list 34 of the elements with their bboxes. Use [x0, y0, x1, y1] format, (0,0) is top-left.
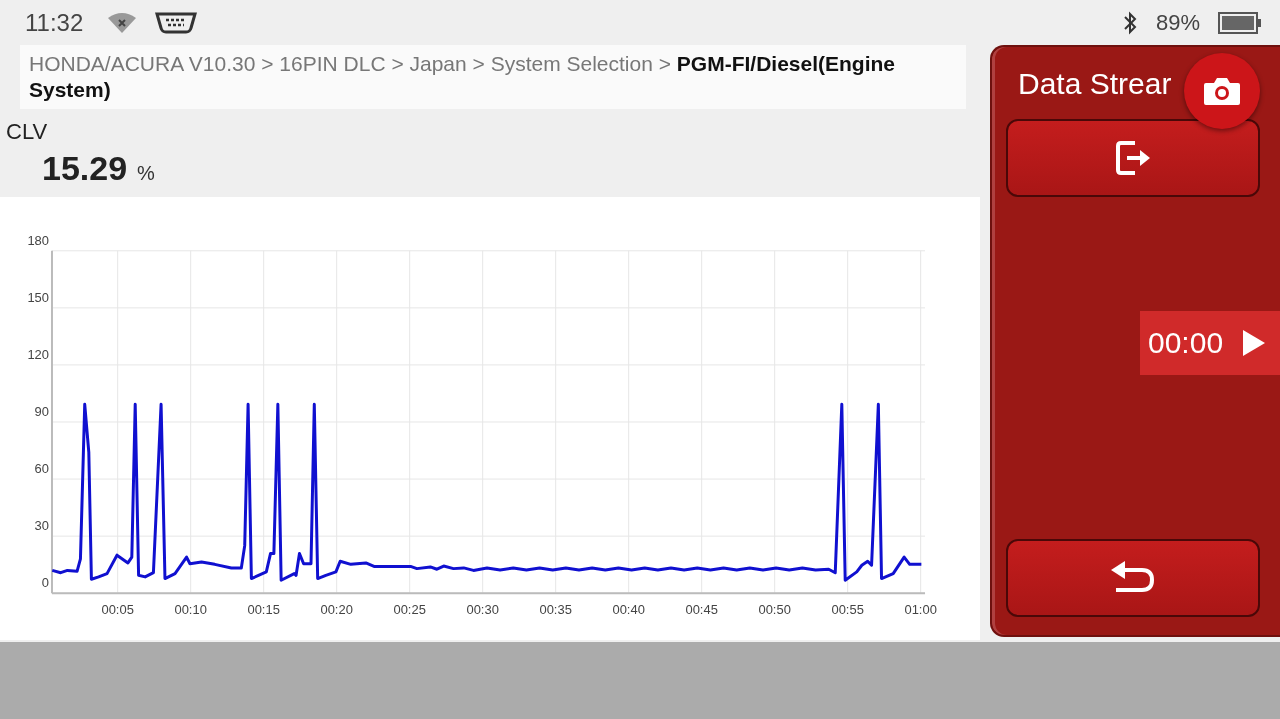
panel-title: Data Strear [1018, 67, 1172, 102]
clock: 11:32 [25, 8, 84, 37]
y-tick-label: 30 [34, 518, 49, 534]
battery-percent: 89% [1155, 9, 1200, 36]
y-tick-label: 150 [27, 289, 49, 305]
y-tick-label: 180 [27, 232, 49, 248]
camera-button[interactable] [1184, 53, 1260, 129]
parameter-name: CLV [6, 119, 49, 145]
wifi-off-icon [107, 11, 138, 34]
y-tick-label: 120 [27, 346, 49, 362]
back-button[interactable] [1006, 539, 1260, 617]
x-tick-label: 01:00 [904, 602, 937, 618]
x-tick-label: 00:50 [758, 602, 791, 618]
x-tick-label: 00:35 [539, 602, 572, 618]
x-tick-label: 00:25 [393, 602, 426, 618]
x-tick-label: 00:05 [101, 602, 134, 618]
camera-icon [1203, 76, 1241, 106]
record-timer-button[interactable]: 00:00 [1140, 311, 1280, 375]
x-tick-label: 00:40 [612, 602, 645, 618]
x-tick-label: 00:20 [320, 602, 353, 618]
x-tick-label: 00:10 [174, 602, 207, 618]
x-tick-label: 00:30 [466, 602, 499, 618]
y-tick-label: 90 [34, 404, 49, 419]
parameter-unit: % [137, 162, 155, 185]
y-tick-label: 0 [41, 575, 49, 591]
connector-icon [155, 11, 198, 34]
breadcrumb: HONDA/ACURA V10.30 > 16PIN DLC > Japan > System Selection > PGM-FI/Diesel(Engine System) [20, 45, 966, 109]
parameter-value: 15.29 [42, 149, 128, 188]
bluetooth-icon [1121, 10, 1138, 35]
x-tick-label: 00:55 [831, 602, 864, 618]
x-tick-label: 00:15 [247, 602, 280, 618]
y-tick-label: 60 [34, 461, 49, 477]
x-tick-label: 00:45 [685, 602, 718, 618]
battery-icon [1218, 11, 1262, 34]
